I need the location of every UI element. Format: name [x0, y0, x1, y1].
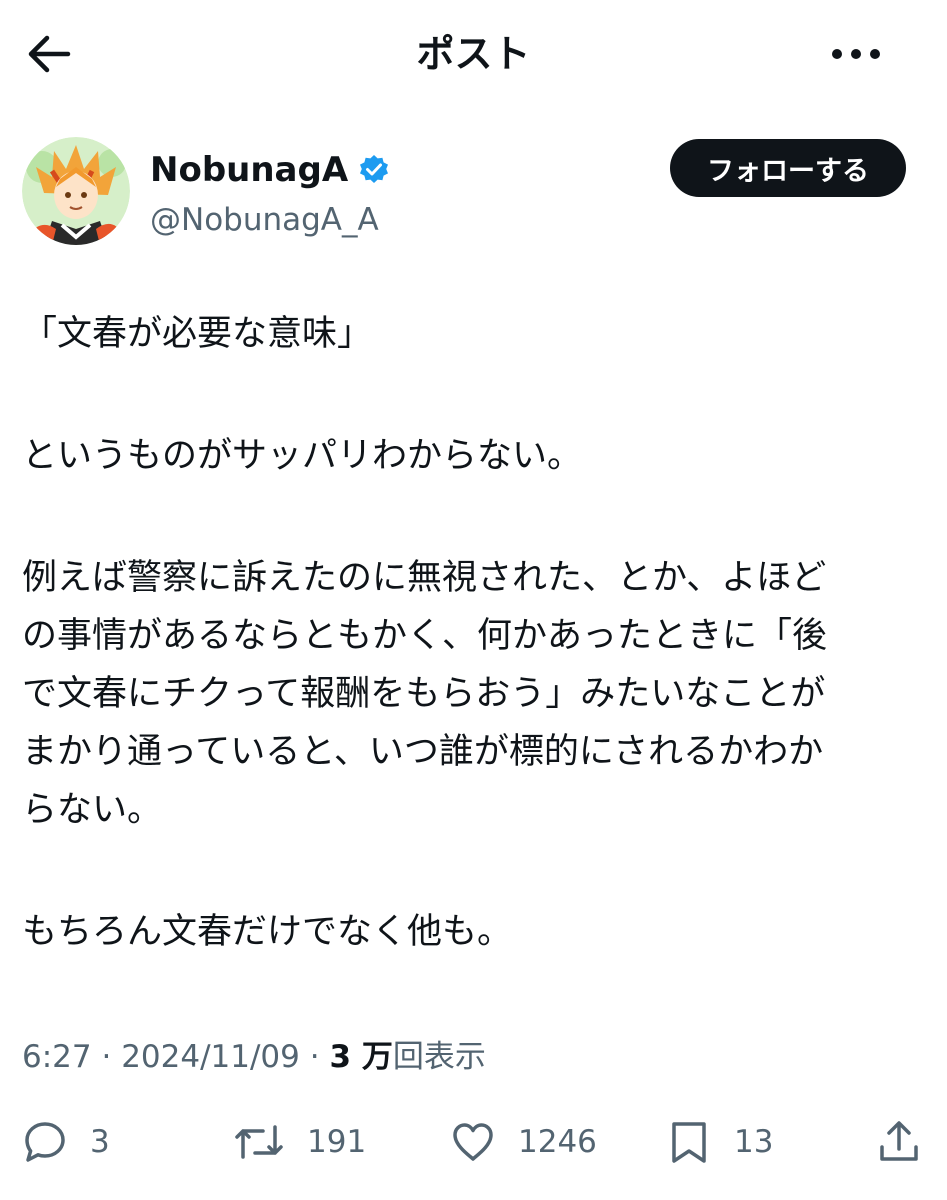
- bookmark-icon: [672, 1122, 706, 1163]
- name-row: NobunagA: [150, 148, 390, 192]
- post-line: の事情があるならともかく、何かあったときに「後: [22, 616, 828, 656]
- author-name[interactable]: NobunagA: [150, 148, 348, 192]
- like-button[interactable]: 1246: [450, 1110, 597, 1174]
- reply-button[interactable]: 3: [22, 1110, 110, 1174]
- top-bar: ポスト: [0, 0, 947, 110]
- avatar-image: [22, 137, 130, 245]
- avatar[interactable]: [22, 137, 130, 245]
- post-line: 「文春が必要な意味」: [22, 314, 373, 354]
- more-horizontal-icon: [832, 49, 880, 59]
- heart-icon: [453, 1123, 493, 1161]
- repost-button[interactable]: 191: [233, 1110, 366, 1174]
- post-line: もちろん文春だけでなく他も。: [22, 912, 513, 952]
- reply-count: 3: [90, 1124, 110, 1160]
- post-meta: 6:27 · 2024/11/09 · 3 万回表示: [22, 1035, 486, 1079]
- bookmark-button[interactable]: 13: [666, 1110, 773, 1174]
- post-line: らない。: [22, 790, 163, 830]
- action-bar: 3 191 1246 13: [0, 1110, 947, 1174]
- author-handle[interactable]: @NobunagA_A: [150, 200, 390, 240]
- meta-separator: ·: [101, 1039, 122, 1075]
- repost-icon: [235, 1125, 283, 1159]
- post-line: というものがサッパリわからない。: [22, 436, 583, 476]
- more-button[interactable]: [828, 30, 884, 78]
- post-text: 「文春が必要な意味」 というものがサッパリわからない。 例えば警察に訴えたのに無…: [22, 305, 922, 961]
- verified-badge-icon[interactable]: [358, 154, 390, 186]
- post-line: まかり通っていると、いつ誰が標的にされるかわか: [22, 732, 824, 772]
- bookmark-count: 13: [734, 1124, 774, 1160]
- follow-button[interactable]: フォローする: [670, 139, 906, 197]
- page-title: ポスト: [416, 32, 531, 76]
- repost-count: 191: [307, 1124, 367, 1160]
- post-date[interactable]: 2024/11/09: [121, 1039, 300, 1075]
- post-line: 例えば警察に訴えたのに無視された、とか、よほど: [22, 558, 827, 598]
- post-line: で文春にチクって報酬をもらおう」みたいなことが: [22, 674, 826, 714]
- post-time[interactable]: 6:27: [22, 1039, 92, 1075]
- author-block: NobunagA @NobunagA_A: [150, 148, 390, 240]
- like-count: 1246: [518, 1124, 597, 1160]
- views-label: 回表示: [392, 1039, 486, 1075]
- views-count: 3 万: [329, 1039, 393, 1075]
- meta-separator: ·: [309, 1039, 330, 1075]
- share-icon: [880, 1121, 918, 1161]
- share-button[interactable]: [876, 1110, 922, 1174]
- reply-icon: [25, 1122, 65, 1162]
